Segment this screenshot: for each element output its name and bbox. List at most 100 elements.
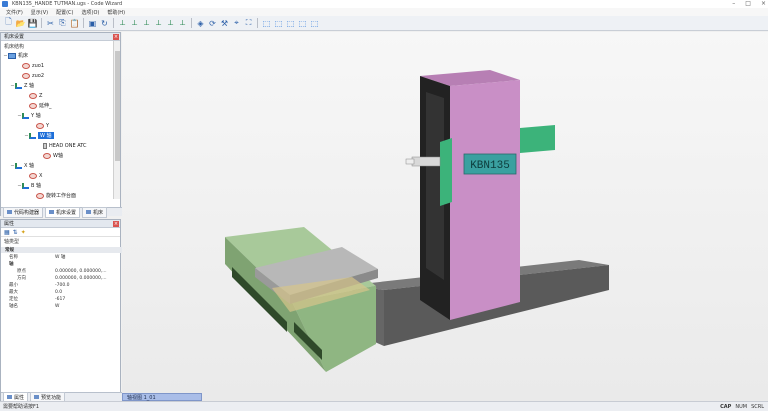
cap-indicator: CAP bbox=[720, 403, 732, 410]
tab[interactable]: 代码构建器 bbox=[3, 206, 44, 218]
axis-b-icon[interactable]: ⟂ bbox=[165, 18, 176, 29]
rotate-icon[interactable]: ⟳ bbox=[207, 18, 218, 29]
property-grid: 常规 名称 W 轴轴原点 0.000000, 0.000000,... 方向 0.0000… bbox=[1, 247, 122, 387]
bottom-tabs-bar: 属性 预览功能 bbox=[1, 391, 122, 403]
view-4-icon[interactable]: ⬚ bbox=[297, 18, 308, 29]
tree-item[interactable]: HEAD ONE ATC bbox=[1, 141, 87, 150]
property-row[interactable]: 轴名 W bbox=[1, 303, 122, 310]
property-row[interactable]: 轴 bbox=[1, 261, 122, 267]
refresh-icon[interactable]: ↻ bbox=[99, 18, 110, 29]
view-2-icon[interactable]: ⬚ bbox=[273, 18, 284, 29]
tab[interactable]: 机床设置 bbox=[45, 206, 81, 218]
view-3-icon[interactable]: ⬚ bbox=[285, 18, 296, 29]
tree-item[interactable]: 旋转工作台面 bbox=[1, 191, 76, 200]
property-value[interactable]: -700.0 bbox=[55, 283, 70, 288]
property-row[interactable]: 最小 -700.0 bbox=[1, 282, 122, 289]
menu-config[interactable]: 配置(C) bbox=[56, 9, 73, 16]
tab-icon bbox=[34, 395, 40, 399]
property-value[interactable]: W bbox=[55, 304, 59, 309]
property-row[interactable]: 名称 W 轴 bbox=[1, 254, 122, 260]
property-pages-icon[interactable]: ✦ bbox=[21, 229, 26, 236]
tree-item[interactable]: − W 轴 bbox=[1, 131, 54, 140]
tree-item[interactable]: zuo1 bbox=[1, 61, 44, 70]
tree-item[interactable]: − Y 轴 bbox=[1, 111, 41, 120]
paste-icon[interactable]: 📋 bbox=[69, 18, 80, 29]
tree-item[interactable]: Z bbox=[1, 91, 42, 100]
property-value[interactable]: -617 bbox=[55, 297, 65, 302]
menu-view[interactable]: 显示(V) bbox=[31, 9, 48, 16]
new-icon[interactable]: 🗋 bbox=[3, 17, 14, 29]
component-icon[interactable]: ◈ bbox=[195, 18, 206, 29]
view-5-icon[interactable]: ⬚ bbox=[309, 18, 320, 29]
machine-icon bbox=[8, 52, 16, 59]
tree-item[interactable]: Y bbox=[1, 121, 49, 130]
minimize-icon[interactable]: – bbox=[732, 0, 735, 7]
machine-model[interactable]: KBN135 bbox=[122, 32, 768, 401]
status-indicators: CAP NUM SCRL bbox=[720, 404, 764, 410]
component-icon bbox=[29, 172, 37, 179]
axis-z-icon[interactable]: ⟂ bbox=[141, 18, 152, 29]
fit-icon[interactable]: ⛶ bbox=[243, 18, 254, 29]
cut-icon[interactable]: ✂ bbox=[45, 18, 56, 29]
property-value[interactable]: W 轴 bbox=[55, 254, 65, 260]
menu-help[interactable]: 帮助(H) bbox=[107, 9, 125, 16]
alphabetical-icon[interactable]: ⇅ bbox=[13, 229, 18, 236]
axis-icon bbox=[29, 132, 36, 139]
measure-icon[interactable]: ⌖ bbox=[231, 18, 242, 29]
tool-icon bbox=[43, 142, 47, 149]
property-key: 常规 bbox=[5, 248, 14, 253]
component-icon bbox=[36, 192, 44, 199]
axis-x-icon[interactable]: ⟂ bbox=[117, 18, 128, 29]
tree-item-label: Y bbox=[46, 122, 50, 129]
spindle-head bbox=[440, 138, 452, 206]
left-tabs-bar: 代码构建器 机床设置 机床 bbox=[1, 206, 122, 218]
property-row[interactable]: 最大 0.0 bbox=[1, 289, 122, 296]
machine-tree: − 机床 zuo1 zuo2 − Z 轴 Z 延伸_ − Y 轴 Y − W 轴 HEAD ONE ATC… bbox=[1, 51, 114, 199]
tree-item[interactable]: zuo2 bbox=[1, 71, 44, 80]
scroll-thumb[interactable] bbox=[115, 51, 120, 161]
tree-item-label: X 轴 bbox=[24, 163, 35, 169]
property-value[interactable]: 0.000000, 0.000000,... bbox=[55, 269, 107, 274]
tree-item[interactable]: − X 轴 bbox=[1, 161, 34, 170]
tree-item-label: B 轴 bbox=[31, 183, 42, 189]
property-row[interactable]: 原点 0.000000, 0.000000,... bbox=[1, 268, 122, 275]
close-icon[interactable]: × bbox=[113, 34, 119, 40]
3d-viewport[interactable]: KBN135 bbox=[122, 32, 768, 401]
tree-item[interactable]: W轴 bbox=[1, 151, 63, 160]
axis-a-icon[interactable]: ⟂ bbox=[153, 18, 164, 29]
menu-file[interactable]: 文件(F) bbox=[6, 9, 23, 16]
axis-c-icon[interactable]: ⟂ bbox=[177, 18, 188, 29]
tree-scrollbar[interactable] bbox=[113, 41, 120, 199]
status-text: 需要帮助请按F1 bbox=[3, 404, 40, 410]
tab-label: 机床 bbox=[93, 209, 104, 216]
open-icon[interactable]: 📂 bbox=[15, 18, 26, 29]
axis-y-icon[interactable]: ⟂ bbox=[129, 18, 140, 29]
copy-icon[interactable]: ⎘ bbox=[57, 18, 68, 29]
machine-icon[interactable]: ▣ bbox=[87, 18, 98, 29]
tree-item[interactable]: 延伸_ bbox=[1, 101, 52, 110]
property-row[interactable]: 方向 0.000000, 0.000000,... bbox=[1, 275, 122, 282]
property-value[interactable]: 0.000000, 0.000000,... bbox=[55, 276, 107, 281]
window-controls: – □ × bbox=[732, 0, 766, 7]
machine-settings-panel: 机床设置 × 机床结构 − 机床 zuo1 zuo2− Z 轴 Z 延伸_ − Y 轴 Y − W 轴… bbox=[0, 32, 122, 218]
tree-item[interactable]: − B 轴 bbox=[1, 181, 41, 190]
property-value[interactable]: 0.0 bbox=[55, 290, 62, 295]
tab[interactable]: 机床 bbox=[82, 206, 108, 218]
tree-item[interactable]: X bbox=[1, 171, 42, 180]
axis-icon bbox=[15, 162, 22, 169]
tree-item[interactable]: − 机床 bbox=[1, 51, 28, 60]
close-icon[interactable]: × bbox=[113, 221, 119, 227]
save-icon[interactable]: 💾 bbox=[27, 18, 38, 29]
menu-options[interactable]: 选项(O) bbox=[82, 9, 100, 16]
view-tab[interactable]: 轴视图 1_01 bbox=[122, 393, 202, 401]
categorized-icon[interactable]: ▦ bbox=[4, 229, 10, 236]
property-row[interactable]: 定位 -617 bbox=[1, 296, 122, 303]
maximize-icon[interactable]: □ bbox=[745, 0, 751, 7]
close-icon[interactable]: × bbox=[761, 0, 766, 7]
tree-item[interactable]: − Z 轴 bbox=[1, 81, 34, 90]
view-1-icon[interactable]: ⬚ bbox=[261, 18, 272, 29]
tool-icon[interactable]: ⚒ bbox=[219, 18, 230, 29]
component-icon bbox=[22, 62, 30, 69]
property-row[interactable]: 常规 bbox=[1, 247, 122, 253]
status-bar: 需要帮助请按F1 CAP NUM SCRL bbox=[0, 401, 768, 411]
